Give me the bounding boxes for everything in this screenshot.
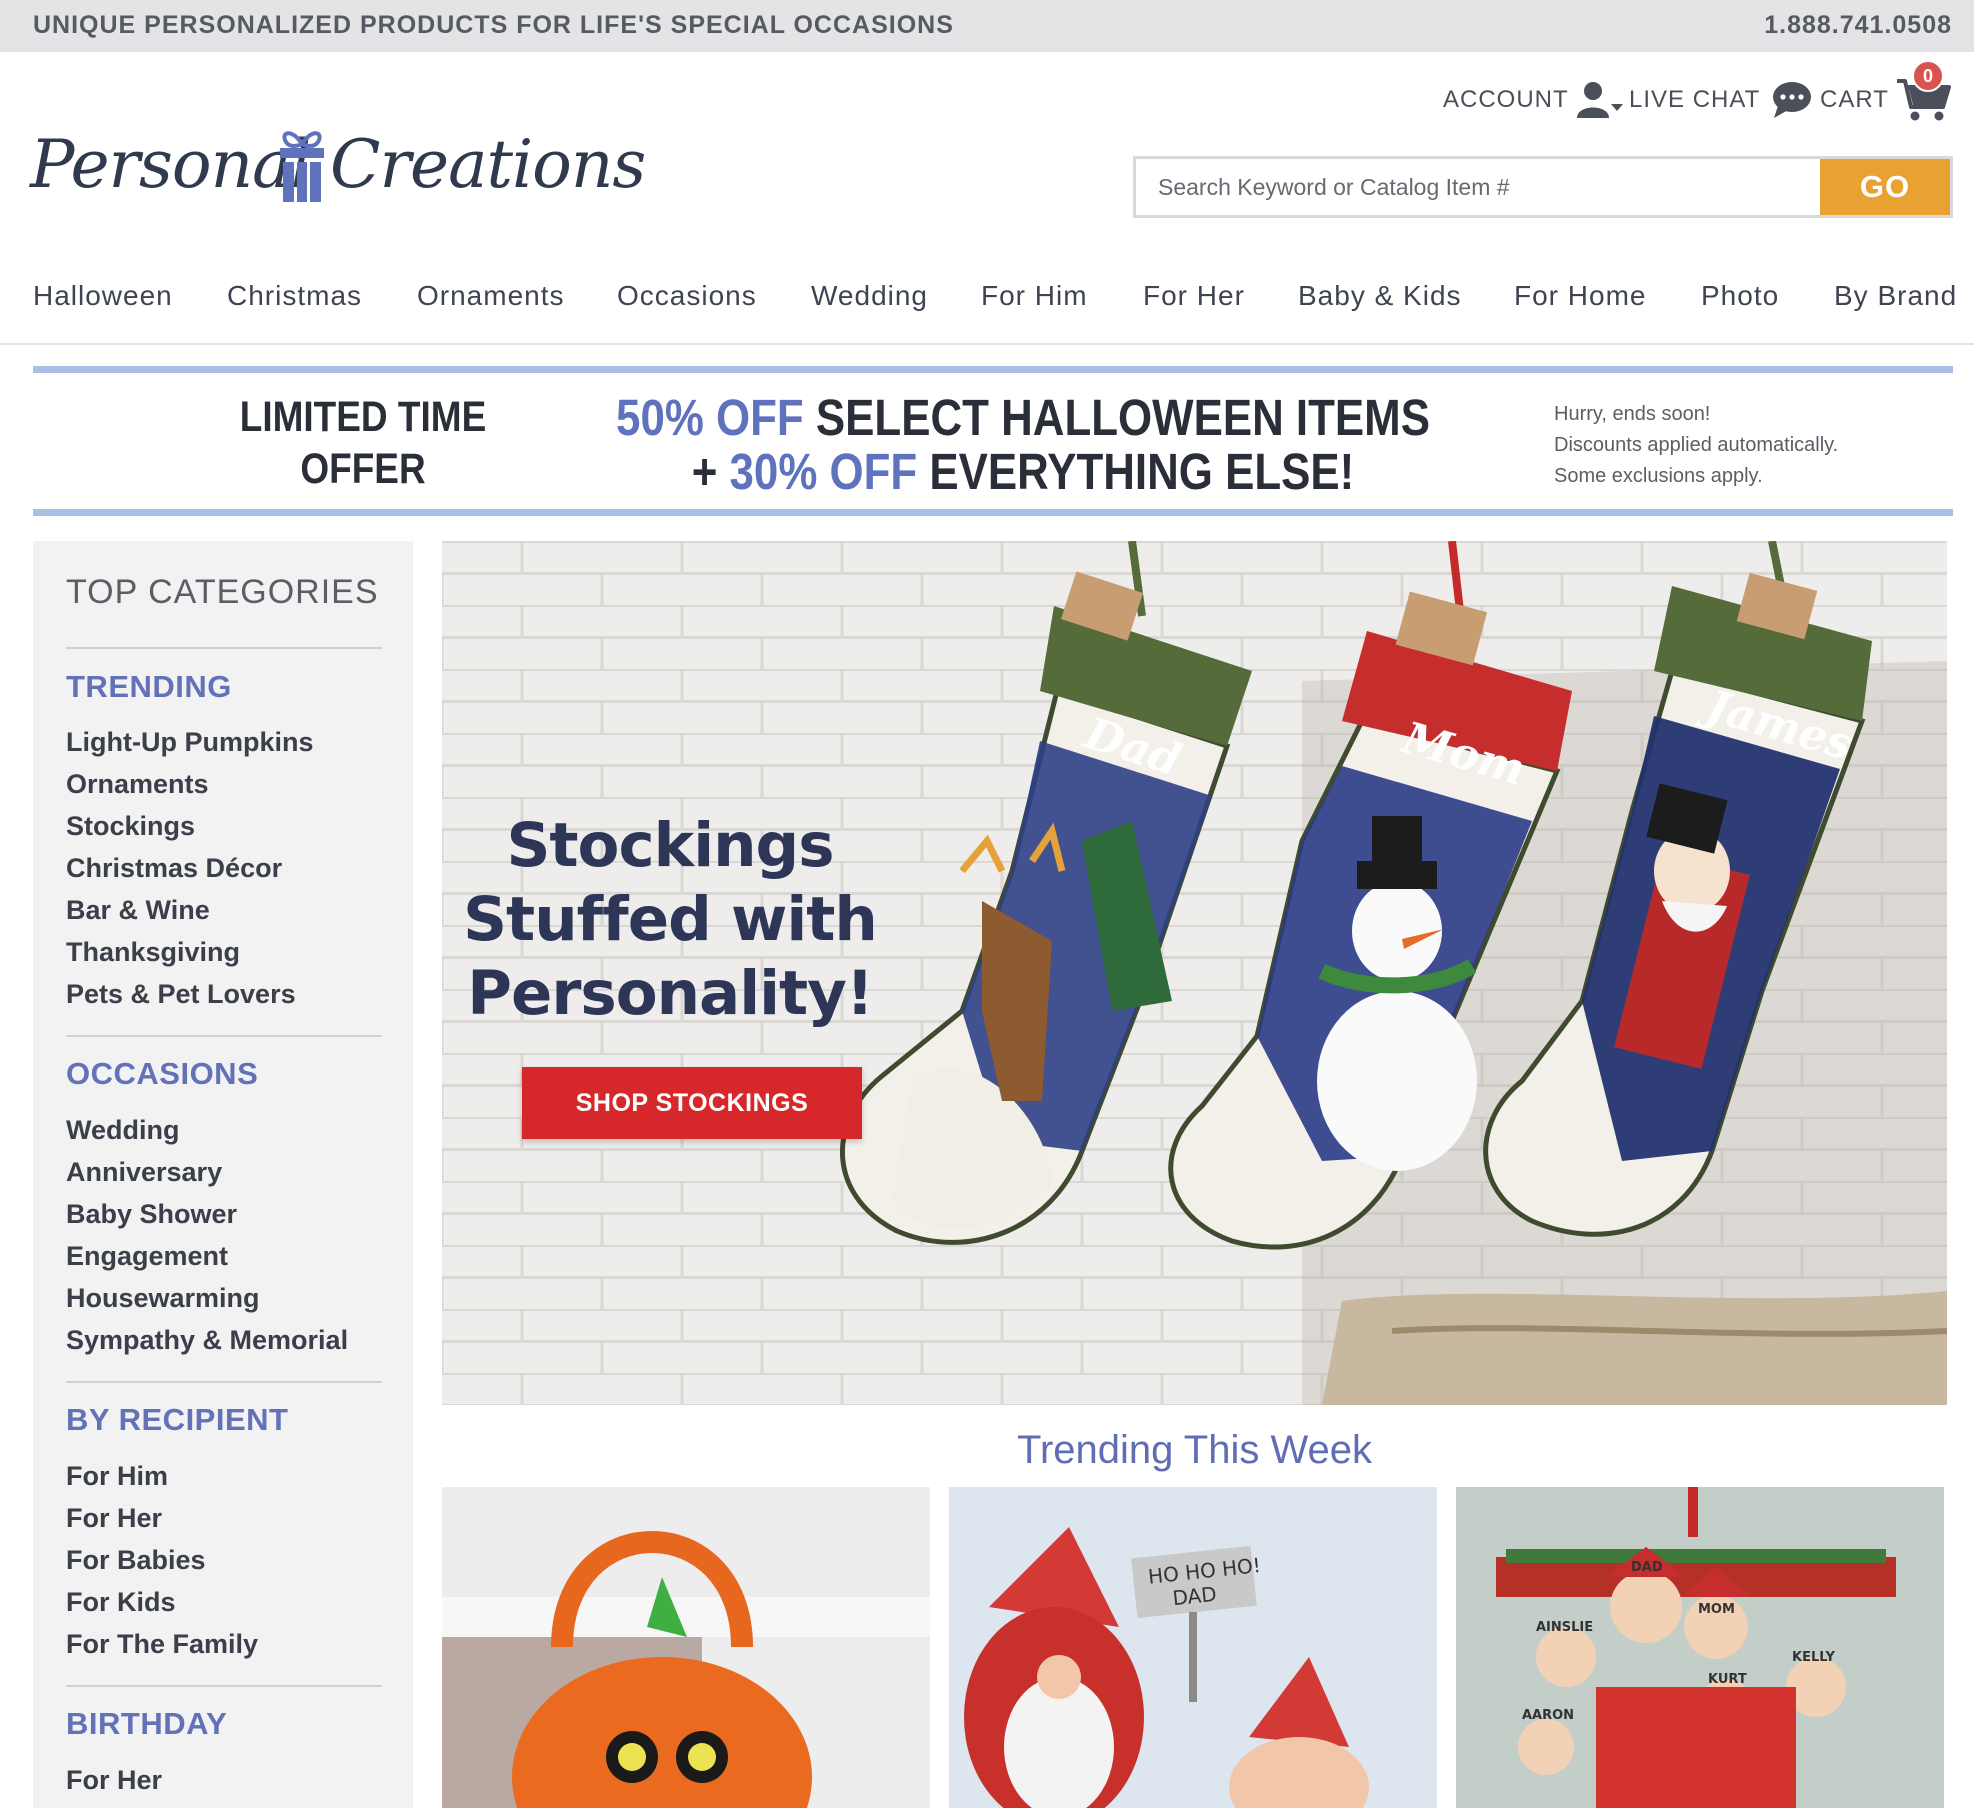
account-label: ACCOUNT bbox=[1443, 86, 1569, 113]
ornament-name: AINSLIE bbox=[1536, 1620, 1593, 1635]
user-icon bbox=[1576, 82, 1623, 118]
limited-line-1: LIMITED TIME bbox=[239, 393, 487, 441]
trending-product-tile[interactable]: HO HO HO! DAD bbox=[949, 1487, 1437, 1808]
sidebar-link-sympathy[interactable]: Sympathy & Memorial bbox=[66, 1325, 348, 1356]
promo-discount-1: 50% OFF bbox=[616, 389, 804, 446]
search-input[interactable] bbox=[1136, 159, 1822, 215]
site-logo[interactable]: Personal Creations bbox=[30, 116, 646, 212]
hero-banner[interactable]: Dad Mom James Stockings Stuffed with Per… bbox=[442, 541, 1947, 1405]
nav-halloween[interactable]: Halloween bbox=[33, 280, 173, 312]
ornament-name: KELLY bbox=[1792, 1650, 1835, 1665]
account-link[interactable]: ACCOUNT bbox=[1443, 80, 1625, 120]
sidebar-heading-trending[interactable]: TRENDING bbox=[66, 669, 232, 705]
gnome-figurine-image: HO HO HO! DAD bbox=[949, 1487, 1437, 1808]
nav-for-him[interactable]: For Him bbox=[981, 280, 1088, 312]
sidebar-link-ornaments[interactable]: Ornaments bbox=[66, 769, 209, 800]
sidebar-heading-by-recipient[interactable]: BY RECIPIENT bbox=[66, 1402, 288, 1438]
limited-line-2: OFFER bbox=[300, 445, 426, 493]
gift-icon bbox=[280, 131, 324, 202]
ornament-name: DAD bbox=[1631, 1560, 1663, 1575]
sidebar-link-christmas-decor[interactable]: Christmas Décor bbox=[66, 853, 282, 884]
sidebar-link-baby-shower[interactable]: Baby Shower bbox=[66, 1199, 237, 1230]
sidebar-link-stockings[interactable]: Stockings bbox=[66, 811, 195, 842]
sidebar-link-birthday-for-her[interactable]: For Her bbox=[66, 1765, 162, 1796]
cart-label: CART bbox=[1820, 86, 1889, 113]
trending-title: Trending This Week bbox=[1017, 1428, 1372, 1472]
ornament-name: KURT bbox=[1708, 1672, 1747, 1687]
search-bar: GO bbox=[1133, 156, 1953, 218]
logo-word-personal: Personal bbox=[30, 126, 312, 203]
promo-text-2: EVERYTHING ELSE! bbox=[917, 443, 1355, 500]
promo-plus: + bbox=[691, 443, 730, 500]
fine-print-line: Hurry, ends soon! bbox=[1554, 403, 1711, 425]
site-tagline: UNIQUE PERSONALIZED PRODUCTS FOR LIFE'S … bbox=[33, 11, 954, 39]
hero-headline-line: Stockings bbox=[506, 810, 834, 881]
fine-print-line: Discounts applied automatically. bbox=[1554, 434, 1839, 456]
live-chat-link[interactable]: LIVE CHAT bbox=[1629, 80, 1814, 120]
promo-discount-2: 30% OFF bbox=[729, 443, 918, 500]
cart-count-badge: 0 bbox=[1912, 60, 1944, 92]
nav-christmas[interactable]: Christmas bbox=[227, 280, 362, 312]
live-chat-label: LIVE CHAT bbox=[1629, 86, 1761, 113]
sidebar-link-housewarming[interactable]: Housewarming bbox=[66, 1283, 260, 1314]
limited-time-offer: LIMITED TIME OFFER bbox=[187, 391, 540, 495]
promo-banner[interactable]: LIMITED TIME OFFER 50% OFF SELECT HALLOW… bbox=[33, 366, 1953, 516]
trending-product-tile[interactable] bbox=[442, 1487, 930, 1808]
sidebar-link-wedding[interactable]: Wedding bbox=[66, 1115, 179, 1146]
ornament-name: AARON bbox=[1522, 1708, 1574, 1723]
sidebar-divider bbox=[66, 1035, 382, 1037]
chat-bubble-icon bbox=[1773, 82, 1812, 118]
sidebar-divider bbox=[66, 1685, 382, 1687]
sidebar-heading-occasions[interactable]: OCCASIONS bbox=[66, 1056, 258, 1092]
nav-wedding[interactable]: Wedding bbox=[811, 280, 928, 312]
nav-occasions[interactable]: Occasions bbox=[617, 280, 757, 312]
sidebar-link-for-family[interactable]: For The Family bbox=[66, 1629, 258, 1660]
shop-stockings-button[interactable]: SHOP STOCKINGS bbox=[522, 1067, 862, 1139]
main-navigation: Halloween Christmas Ornaments Occasions … bbox=[33, 280, 1956, 324]
hero-headline: Stockings Stuffed with Personality! bbox=[460, 809, 880, 1031]
ornament-name: MOM bbox=[1698, 1602, 1735, 1617]
hero-headline-line: Personality! bbox=[467, 958, 874, 1029]
sidebar-link-anniversary[interactable]: Anniversary bbox=[66, 1157, 222, 1188]
trending-product-tile[interactable]: DAD MOM AINSLIE KELLY KURT AARON bbox=[1456, 1487, 1944, 1808]
sidebar-title: TOP CATEGORIES bbox=[66, 573, 379, 611]
sidebar-link-thanksgiving[interactable]: Thanksgiving bbox=[66, 937, 240, 968]
sidebar-link-for-her[interactable]: For Her bbox=[66, 1503, 162, 1534]
sidebar-divider bbox=[66, 647, 382, 649]
promo-fine-print: Hurry, ends soon! Discounts applied auto… bbox=[1554, 399, 1914, 492]
promo-headline: 50% OFF SELECT HALLOWEEN ITEMS + 30% OFF… bbox=[567, 391, 1479, 499]
sidebar-link-for-babies[interactable]: For Babies bbox=[66, 1545, 206, 1576]
category-sidebar: TOP CATEGORIES TRENDING Light-Up Pumpkin… bbox=[33, 541, 413, 1808]
family-ornament-image: DAD MOM AINSLIE KELLY KURT AARON bbox=[1456, 1487, 1944, 1808]
sidebar-link-pets[interactable]: Pets & Pet Lovers bbox=[66, 979, 296, 1010]
sidebar-link-for-kids[interactable]: For Kids bbox=[66, 1587, 176, 1618]
pumpkin-basket-image bbox=[442, 1487, 930, 1808]
phone-number[interactable]: 1.888.741.0508 bbox=[1764, 11, 1952, 40]
nav-photo[interactable]: Photo bbox=[1701, 280, 1779, 312]
sidebar-divider bbox=[66, 1381, 382, 1383]
top-announcement-bar: UNIQUE PERSONALIZED PRODUCTS FOR LIFE'S … bbox=[0, 0, 1974, 52]
nav-by-brand[interactable]: By Brand bbox=[1834, 280, 1957, 312]
nav-ornaments[interactable]: Ornaments bbox=[417, 280, 565, 312]
search-go-button[interactable]: GO bbox=[1820, 159, 1950, 215]
nav-for-home[interactable]: For Home bbox=[1514, 280, 1646, 312]
nav-divider bbox=[0, 343, 1974, 345]
sidebar-link-bar-wine[interactable]: Bar & Wine bbox=[66, 895, 210, 926]
logo-word-creations: Creations bbox=[330, 126, 646, 203]
promo-text-1: SELECT HALLOWEEN ITEMS bbox=[803, 389, 1430, 446]
sidebar-heading-birthday[interactable]: BIRTHDAY bbox=[66, 1706, 227, 1742]
gnome-sign-line-2: DAD bbox=[1171, 1582, 1217, 1610]
sidebar-link-light-up-pumpkins[interactable]: Light-Up Pumpkins bbox=[66, 727, 313, 758]
nav-baby-kids[interactable]: Baby & Kids bbox=[1298, 280, 1462, 312]
hero-headline-line: Stuffed with bbox=[463, 884, 878, 955]
fine-print-line: Some exclusions apply. bbox=[1554, 465, 1763, 487]
nav-for-her[interactable]: For Her bbox=[1143, 280, 1245, 312]
sidebar-link-for-him[interactable]: For Him bbox=[66, 1461, 168, 1492]
sidebar-link-engagement[interactable]: Engagement bbox=[66, 1241, 228, 1272]
